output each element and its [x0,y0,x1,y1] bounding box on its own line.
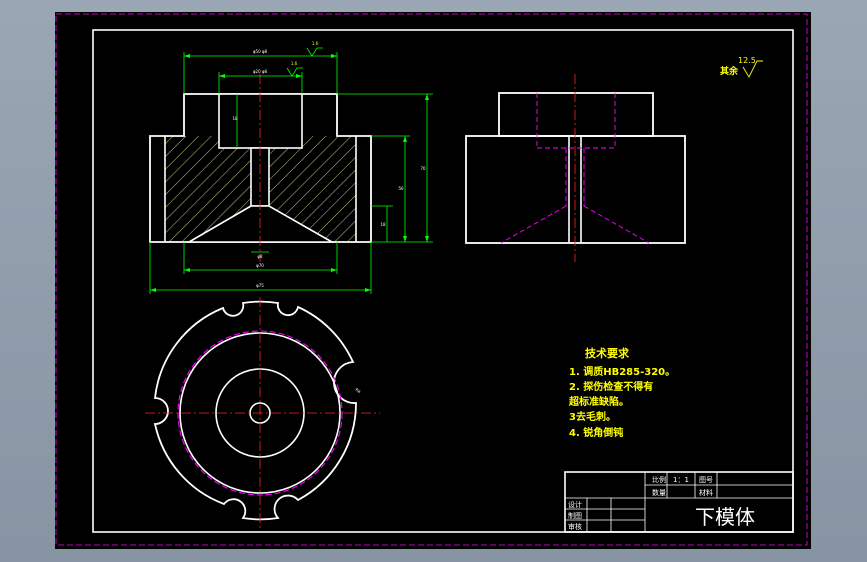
tech-item-1: 1. 调质HB285-320。 [569,365,675,378]
dim-top-width: φ50 φ8 [253,49,268,54]
drawing-sheet: φ50 φ8 φ20 φ8 18 70 56 18 φ8 φ70 φ75 1.6… [55,12,811,549]
tb-designer-label: 设计 [568,500,582,509]
tb-material-label: 材料 [699,488,713,497]
tech-requirements: 技术要求 1. 调质HB285-320。 2. 探伤检查不得有 超标准缺陷。 3… [568,346,675,439]
dim-side-h3: 18 [380,222,386,227]
tech-item-2: 2. 探伤检查不得有 [569,380,653,393]
side-base-block [465,135,686,244]
dim-slot-size: R4 [354,387,362,395]
side-view [465,74,686,262]
default-surface-finish: 其余 12.5 [720,56,763,78]
tb-drafter-label: 制图 [568,511,582,520]
inner-frame-border [92,29,794,533]
tb-quantity-label: 数量 [652,488,666,497]
tb-scale-value: 1：1 [673,476,689,484]
surface-finish-bore-icon [286,67,303,77]
tech-requirements-title: 技术要求 [585,346,630,360]
dim-base-width: φ70 [256,263,264,268]
tb-reviewer-label: 审核 [568,522,582,531]
tech-item-5: 4. 锐角倒钝 [569,426,623,439]
dim-side-h1: 70 [420,166,426,171]
front-section-view: φ50 φ8 φ20 φ8 18 70 56 18 φ8 φ70 φ75 1.6… [149,41,433,294]
surface-finish-top-value: 1.6 [312,41,319,46]
cad-drawing-canvas: φ50 φ8 φ20 φ8 18 70 56 18 φ8 φ70 φ75 1.6… [55,13,808,546]
dim-overall-width: φ75 [256,283,264,288]
outer-profile-with-slots [153,300,357,521]
counterbore [218,93,303,149]
dim-bore-depth: 18 [232,116,238,121]
tb-scale-label: 比例 [652,475,666,484]
dim-bore-width: φ20 φ8 [253,69,268,74]
tech-item-4: 3去毛刺。 [569,410,616,423]
tb-drawing-no-label: 图号 [699,476,713,484]
surface-finish-bore-value: 1.6 [291,61,298,66]
tech-item-3: 超标准缺陷。 [568,395,629,408]
tb-part-name: 下模体 [695,505,755,529]
side-top-block [498,92,654,137]
dim-side-h2: 56 [398,186,404,191]
title-block: 比例 1：1 图号 数量 材料 设计 制图 审核 下模体 [564,471,794,533]
surface-finish-default-label: 其余 [720,65,739,77]
dim-hole-dia: φ8 [257,254,263,259]
surface-finish-top-icon [306,47,323,57]
top-view: R4 [145,297,380,530]
surface-finish-default-value: 12.5 [738,56,756,65]
